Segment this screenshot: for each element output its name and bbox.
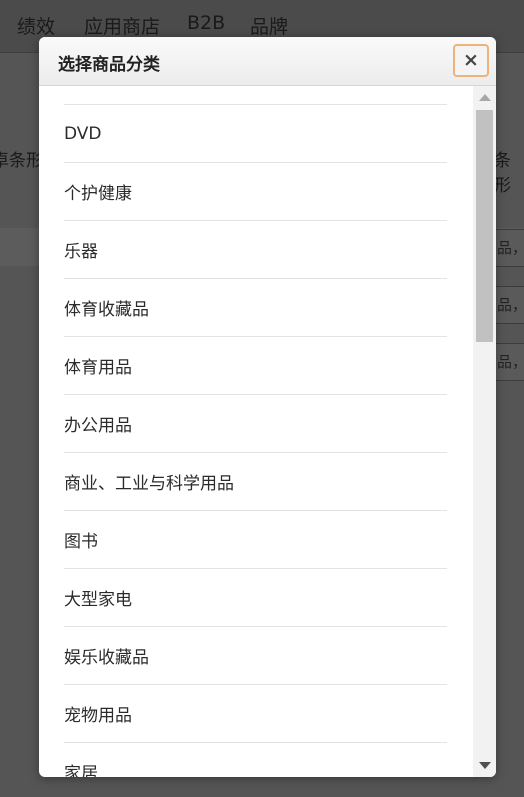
close-button[interactable]: × <box>453 44 489 77</box>
category-item-industrial[interactable]: 商业、工业与科学用品 <box>64 452 447 510</box>
nav-item-brand[interactable]: 品牌 <box>250 12 288 39</box>
category-item-home[interactable]: 家居 <box>64 742 447 777</box>
bg-label-left: 卓条形 <box>0 151 43 171</box>
nav-item-app-store[interactable]: 应用商店 <box>84 12 160 39</box>
category-item-office[interactable]: 办公用品 <box>64 394 447 452</box>
list-scrollbar[interactable] <box>473 86 496 777</box>
category-item-personal-care[interactable]: 个护健康 <box>64 162 447 220</box>
dialog-header: 选择商品分类 × <box>39 37 496 86</box>
category-item-pet-supplies[interactable]: 宠物用品 <box>64 684 447 742</box>
scroll-down-icon[interactable] <box>479 762 491 769</box>
category-list-viewport[interactable]: DVD 个护健康 乐器 体育收藏品 体育用品 办公用品 商业、工业与科学用品 图… <box>39 86 469 777</box>
nav-item-b2b[interactable]: B2B <box>187 12 225 34</box>
category-list: DVD 个护健康 乐器 体育收藏品 体育用品 办公用品 商业、工业与科学用品 图… <box>64 104 447 777</box>
nav-item-performance[interactable]: 绩效 <box>17 12 55 39</box>
category-item-instruments[interactable]: 乐器 <box>64 220 447 278</box>
category-item-dvd[interactable]: DVD <box>64 104 447 162</box>
scroll-thumb[interactable] <box>476 110 493 342</box>
bg-input-1[interactable]: 品， <box>494 229 524 267</box>
category-item-sports-collectibles[interactable]: 体育收藏品 <box>64 278 447 336</box>
dialog-title: 选择商品分类 <box>58 55 160 75</box>
category-item-books[interactable]: 图书 <box>64 510 447 568</box>
bg-input-2[interactable]: 品， <box>494 286 524 324</box>
scroll-up-icon[interactable] <box>479 94 491 101</box>
category-item-large-appliances[interactable]: 大型家电 <box>64 568 447 626</box>
category-select-dialog: 选择商品分类 × DVD 个护健康 乐器 体育收藏品 体育用品 办公用品 商业、… <box>39 37 496 777</box>
close-icon: × <box>463 49 479 71</box>
bg-label-right: 条形 <box>494 151 511 196</box>
category-item-entertainment-collectibles[interactable]: 娱乐收藏品 <box>64 626 447 684</box>
bg-input-3[interactable]: 品， <box>494 343 524 381</box>
category-item-sports-goods[interactable]: 体育用品 <box>64 336 447 394</box>
